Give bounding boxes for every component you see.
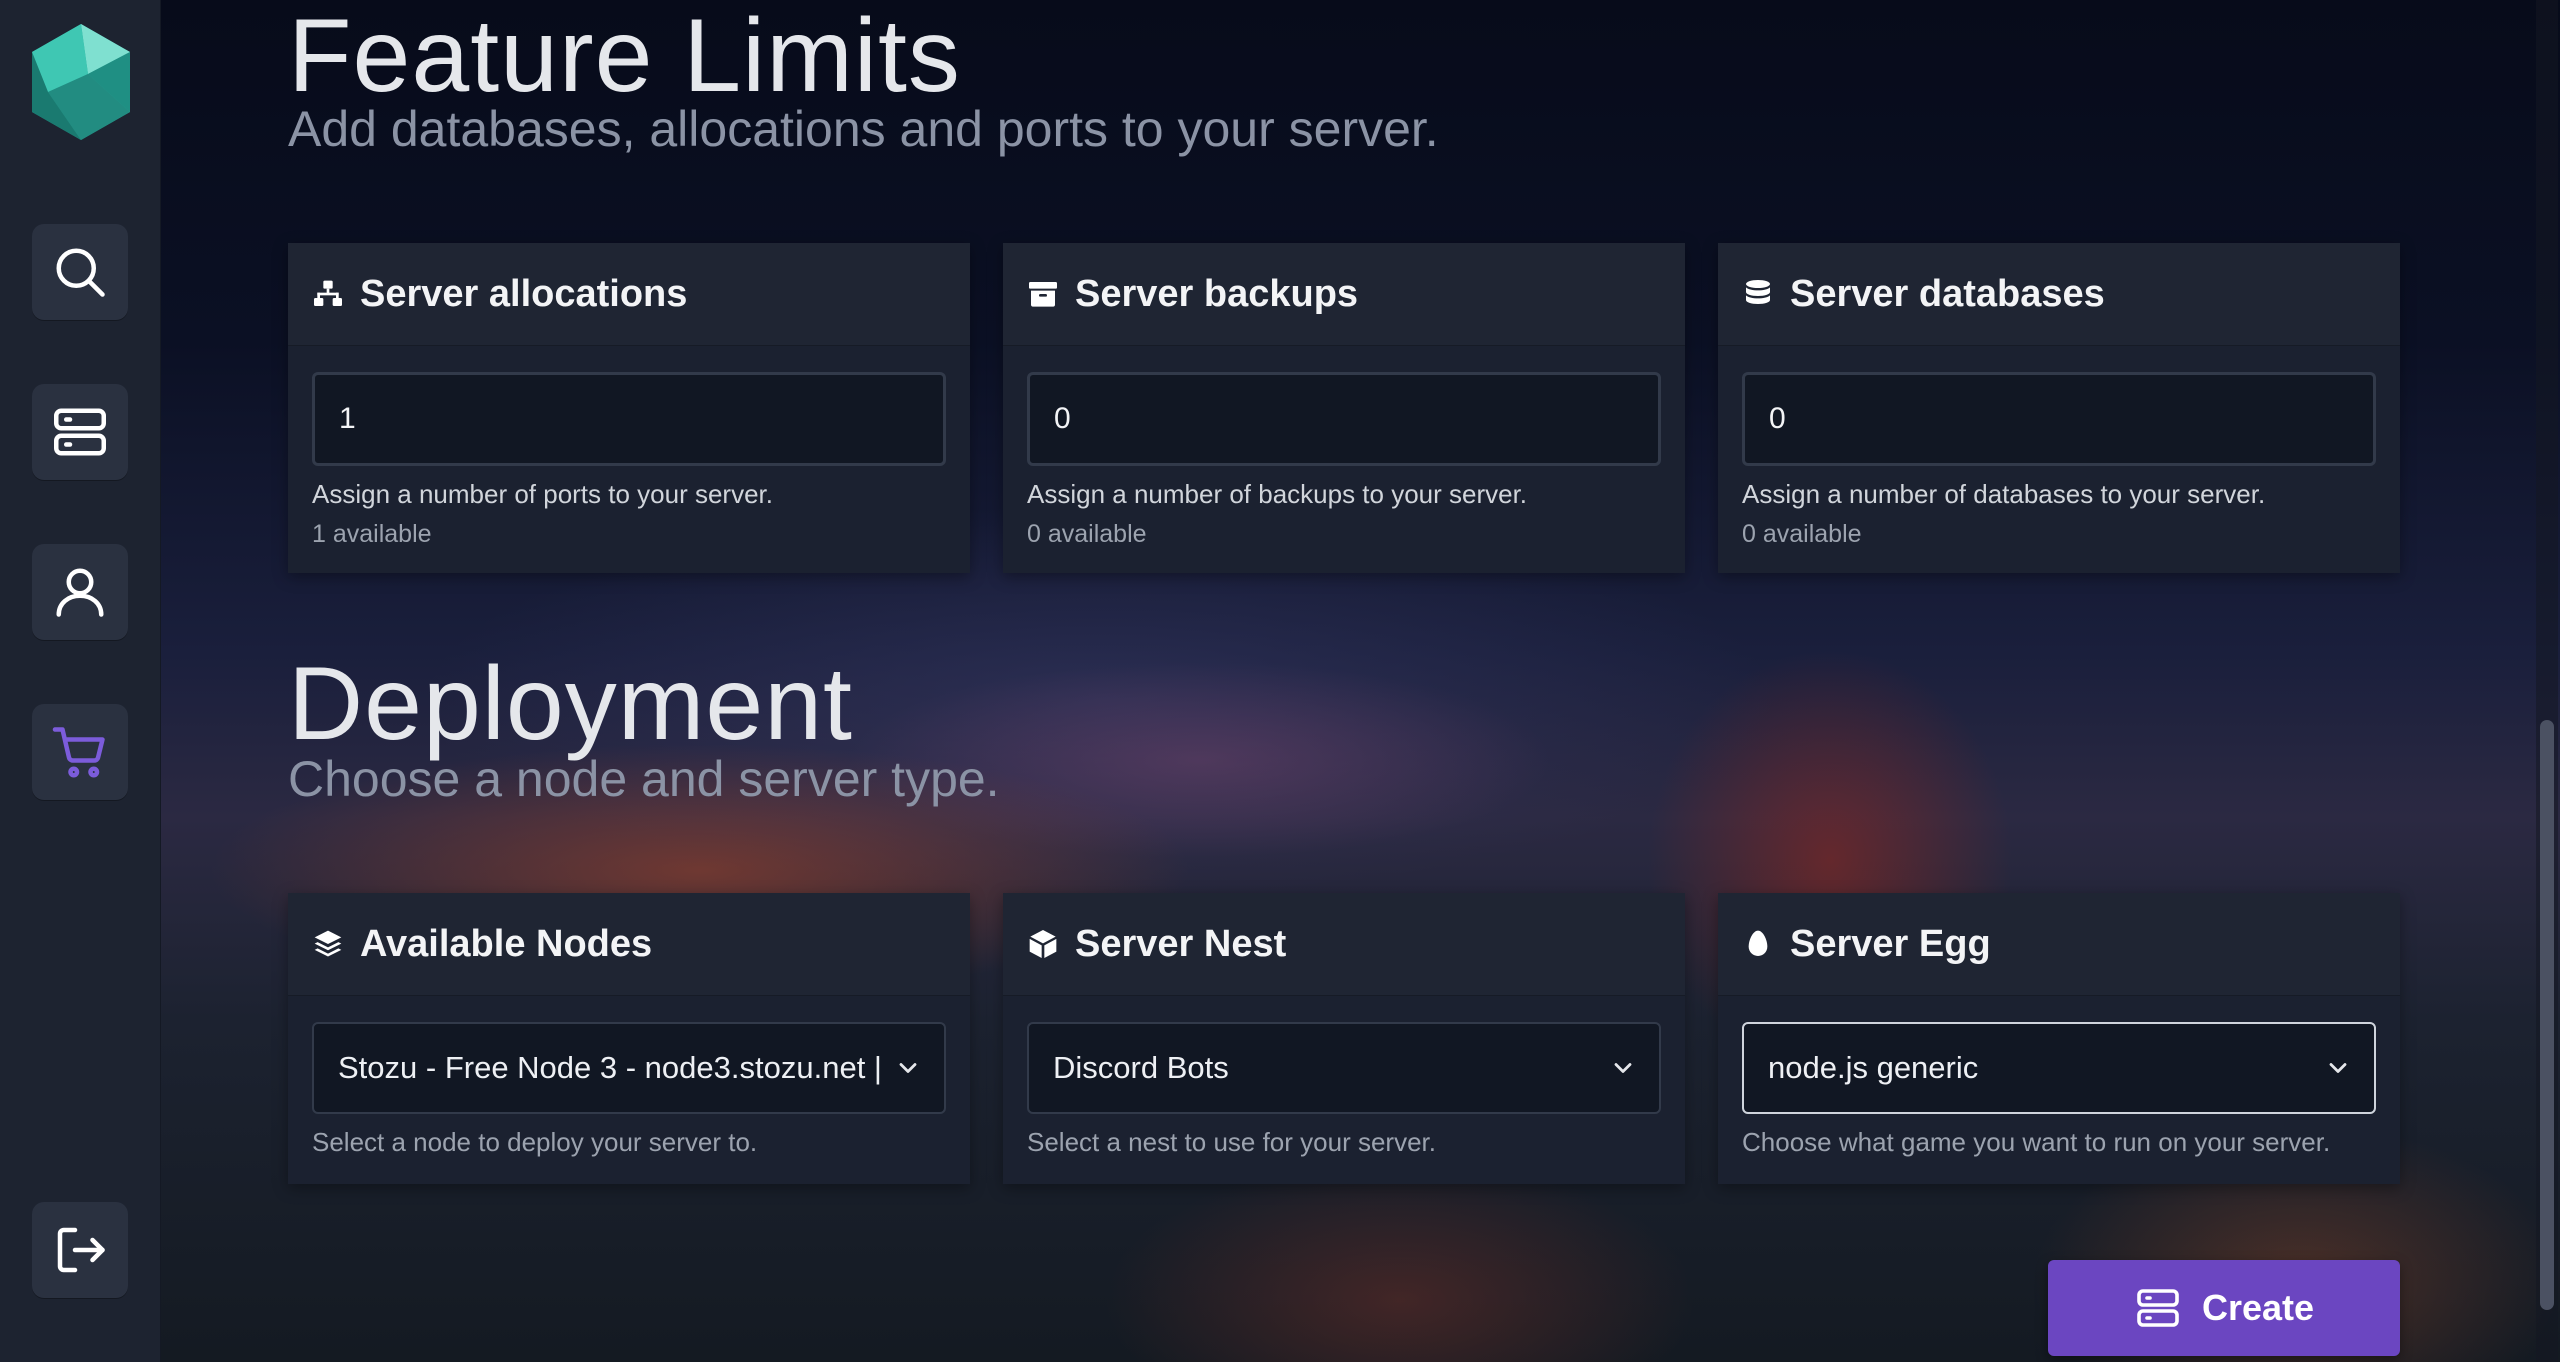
- server-egg-card: Server Egg node.js generic Choose what g…: [1718, 893, 2400, 1184]
- card-header: Server allocations: [288, 243, 970, 346]
- server-icon: [2137, 1289, 2179, 1327]
- server-databases-card: Server databases Assign a number of data…: [1718, 243, 2400, 573]
- app-logo[interactable]: [28, 22, 134, 142]
- egg-select[interactable]: node.js generic: [1742, 1022, 2376, 1114]
- help-text: Assign a number of ports to your server.: [312, 479, 773, 509]
- card-title: Available Nodes: [360, 922, 653, 965]
- card-title: Server Egg: [1790, 922, 1991, 965]
- card-header: Server Egg: [1718, 893, 2400, 996]
- scrollbar-thumb[interactable]: [2540, 720, 2554, 1310]
- help-text: Select a nest to use for your server.: [1027, 1127, 1436, 1157]
- server-backups-card: Server backups Assign a number of backup…: [1003, 243, 1685, 573]
- network-icon: [314, 280, 342, 306]
- chevron-down-icon: [1614, 1063, 1632, 1073]
- nest-select[interactable]: Discord Bots: [1027, 1022, 1661, 1114]
- help-text: Select a node to deploy your server to.: [312, 1127, 758, 1157]
- help-text: Assign a number of databases to your ser…: [1742, 479, 2266, 509]
- feature-limits-subtitle: Add databases, allocations and ports to …: [288, 101, 1439, 157]
- layers-icon: [314, 930, 342, 957]
- deployment-title: Deployment: [288, 646, 853, 762]
- server-icon: [54, 408, 106, 456]
- feature-limits-title: Feature Limits: [288, 0, 961, 114]
- logout-icon: [57, 1227, 105, 1273]
- page-scrollbar[interactable]: [2536, 0, 2558, 1362]
- cart-icon: [52, 727, 105, 778]
- create-button[interactable]: Create: [2048, 1260, 2400, 1356]
- help-text: Choose what game you want to run on your…: [1742, 1127, 2331, 1157]
- deployment-subtitle: Choose a node and server type.: [288, 751, 1000, 807]
- server-allocations-card: Server allocations Assign a number of po…: [288, 243, 970, 573]
- main-content: Feature Limits Add databases, allocation…: [160, 0, 2560, 1362]
- available-nodes-card: Available Nodes Stozu - Free Node 3 - no…: [288, 893, 970, 1184]
- card-header: Server Nest: [1003, 893, 1685, 996]
- card-title: Server backups: [1075, 272, 1359, 315]
- chevron-down-icon: [899, 1063, 917, 1073]
- node-select-value: Stozu - Free Node 3 - node3.stozu.net | …: [338, 1050, 884, 1085]
- nest-select-value: Discord Bots: [1053, 1050, 1229, 1085]
- available-count: 0 available: [1742, 519, 1862, 548]
- card-header: Server backups: [1003, 243, 1685, 346]
- user-icon: [56, 568, 104, 617]
- search-icon: [56, 248, 105, 297]
- node-select[interactable]: Stozu - Free Node 3 - node3.stozu.net | …: [312, 1022, 946, 1114]
- sidebar-item-servers[interactable]: [32, 384, 128, 480]
- archive-icon: [1029, 282, 1057, 307]
- database-icon: [1746, 280, 1770, 304]
- logout-button[interactable]: [32, 1202, 128, 1298]
- databases-input[interactable]: [1742, 372, 2376, 466]
- sidebar: [0, 0, 161, 1362]
- create-button-label: Create: [2201, 1287, 2315, 1328]
- card-header: Server databases: [1718, 243, 2400, 346]
- cube-icon: [1029, 930, 1057, 958]
- sidebar-item-store[interactable]: [32, 704, 128, 800]
- egg-icon: [1748, 930, 1768, 956]
- allocations-input[interactable]: [312, 372, 946, 466]
- server-nest-card: Server Nest Discord Bots Select a nest t…: [1003, 893, 1685, 1184]
- sidebar-item-account[interactable]: [32, 544, 128, 640]
- logo-icon: [32, 24, 130, 140]
- egg-select-value: node.js generic: [1768, 1050, 1979, 1085]
- sidebar-item-search[interactable]: [32, 224, 128, 320]
- available-count: 0 available: [1027, 519, 1147, 548]
- help-text: Assign a number of backups to your serve…: [1027, 479, 1528, 509]
- chevron-down-icon: [2329, 1063, 2347, 1073]
- card-header: Available Nodes: [288, 893, 970, 996]
- card-title: Server databases: [1790, 272, 2105, 315]
- card-title: Server Nest: [1075, 922, 1287, 965]
- available-count: 1 available: [312, 519, 432, 548]
- backups-input[interactable]: [1027, 372, 1661, 466]
- card-title: Server allocations: [360, 272, 688, 315]
